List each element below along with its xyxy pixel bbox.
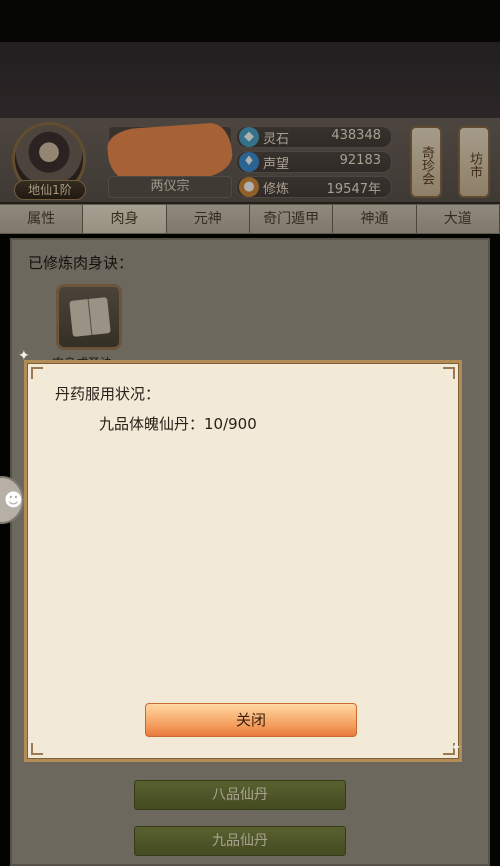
dialog-title: 丹药服用状况：: [55, 385, 161, 403]
corner-ornament: [31, 367, 43, 379]
close-button[interactable]: 关闭: [145, 703, 357, 737]
pill-status-line: 九品体魄仙丹：10/900: [99, 415, 257, 433]
butterfly-decoration-icon: ✦: [450, 740, 462, 756]
corner-ornament: [31, 743, 43, 755]
corner-ornament: [443, 367, 455, 379]
robot-icon: ☻: [4, 490, 23, 511]
butterfly-decoration-icon: ✦: [18, 348, 30, 364]
pill-status-dialog: 丹药服用状况： 九品体魄仙丹：10/900 关闭: [24, 360, 462, 762]
